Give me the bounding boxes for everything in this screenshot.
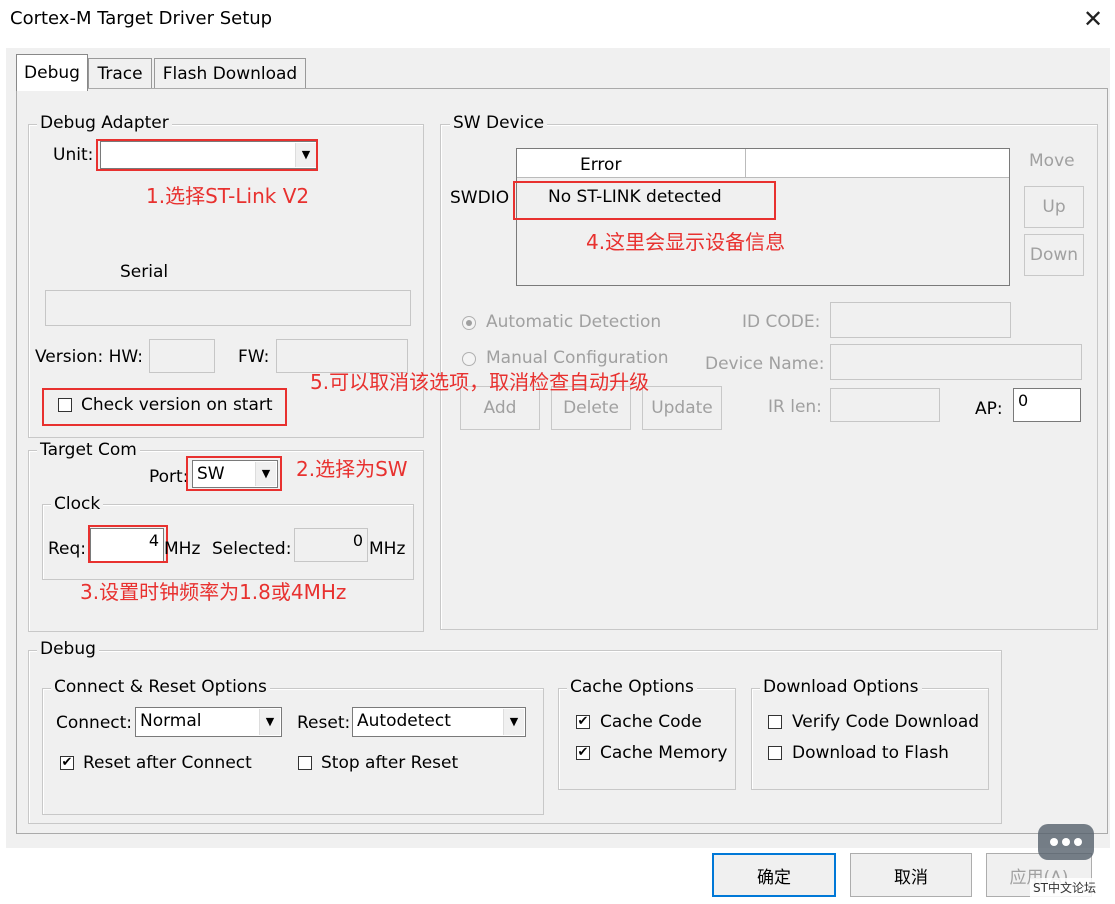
ap-label: AP: [975, 399, 1003, 419]
selected-label: Selected: [212, 539, 292, 559]
update-button[interactable]: Update [642, 386, 722, 430]
annotation-box-port [186, 456, 282, 491]
annotation-box-unit [96, 139, 318, 171]
reset-after-connect-checkbox[interactable]: ✔ [60, 756, 74, 770]
req-label: Req: [48, 539, 87, 559]
annotation-box-check-version [42, 388, 287, 426]
cache-memory-label[interactable]: Cache Memory [600, 742, 727, 764]
annotation-2: 2.选择为SW [296, 457, 408, 481]
connect-label: Connect: [56, 713, 133, 733]
download-to-flash-label[interactable]: Download to Flash [792, 742, 949, 764]
cache-memory-checkbox[interactable]: ✔ [576, 746, 590, 760]
version-hw-label: Version: HW: [35, 347, 143, 367]
tab-trace[interactable]: Trace [88, 58, 152, 89]
req-unit: MHz [164, 539, 201, 559]
sw-device-legend: SW Device [450, 113, 548, 133]
fw-label: FW: [238, 347, 270, 367]
download-options-group [751, 688, 989, 790]
id-code-field [830, 302, 1011, 338]
automatic-detection-label[interactable]: Automatic Detection [486, 311, 661, 333]
ir-len-label: IR len: [768, 397, 822, 417]
download-options-legend: Download Options [760, 677, 922, 697]
connect-select[interactable]: Normal ▼ [135, 707, 282, 737]
annotation-5: 5.可以取消该选项，取消检查自动升级 [310, 370, 650, 394]
device-name-label: Device Name: [705, 354, 825, 374]
verify-code-download-label[interactable]: Verify Code Download [792, 711, 979, 733]
annotation-1: 1.选择ST-Link V2 [146, 184, 310, 208]
stop-after-reset-label[interactable]: Stop after Reset [321, 752, 458, 774]
annotation-box-req [88, 525, 168, 563]
annotation-box-device [513, 181, 776, 220]
selected-field: 0 [294, 528, 368, 562]
ok-button[interactable]: 确定 [712, 853, 836, 897]
move-down-button[interactable]: Down [1024, 234, 1084, 276]
connect-reset-legend: Connect & Reset Options [51, 677, 270, 697]
cancel-button[interactable]: 取消 [850, 853, 972, 897]
clock-legend: Clock [51, 494, 104, 514]
chat-bubble-icon [1034, 822, 1106, 868]
reset-select[interactable]: Autodetect ▼ [352, 707, 526, 737]
stop-after-reset-checkbox[interactable] [298, 756, 312, 770]
window-title: Cortex-M Target Driver Setup [10, 8, 273, 29]
dialog-window: Cortex-M Target Driver Setup ✕ Debug Tra… [0, 0, 1115, 904]
watermark-text: ST中文论坛 [1030, 878, 1099, 897]
debug-options-legend: Debug [37, 639, 99, 659]
move-label: Move [1029, 151, 1075, 171]
cache-options-group [558, 688, 736, 790]
ir-len-field [830, 388, 940, 422]
swdio-label: SWDIO [450, 188, 510, 208]
annotation-3: 3.设置时钟频率为1.8或4MHz [80, 580, 347, 604]
verify-code-download-checkbox[interactable] [768, 715, 782, 729]
tab-debug[interactable]: Debug [16, 54, 88, 91]
cache-code-label[interactable]: Cache Code [600, 711, 702, 733]
ap-input[interactable]: 0 [1013, 388, 1081, 422]
list-column-header [517, 149, 746, 178]
manual-configuration-radio[interactable] [462, 352, 476, 366]
reset-value: Autodetect [357, 711, 451, 731]
serial-label: Serial [120, 262, 169, 282]
unit-label: Unit: [53, 145, 94, 165]
connect-value: Normal [140, 711, 202, 731]
target-com-legend: Target Com [37, 440, 140, 460]
download-to-flash-checkbox[interactable] [768, 746, 782, 760]
serial-field [45, 290, 411, 326]
hw-version-field [149, 339, 215, 373]
error-column-label: Error [580, 155, 622, 175]
tab-flash-download[interactable]: Flash Download [154, 58, 306, 89]
chevron-down-icon: ▼ [259, 709, 280, 735]
cache-options-legend: Cache Options [567, 677, 697, 697]
debug-adapter-legend: Debug Adapter [37, 113, 172, 133]
annotation-4: 4.这里会显示设备信息 [586, 230, 786, 254]
reset-label: Reset: [297, 713, 351, 733]
port-label: Port: [149, 467, 189, 487]
list-column-header-2 [746, 149, 1009, 178]
id-code-label: ID CODE: [742, 312, 821, 332]
reset-after-connect-label[interactable]: Reset after Connect [83, 752, 252, 774]
cache-code-checkbox[interactable]: ✔ [576, 715, 590, 729]
automatic-detection-radio[interactable] [462, 316, 476, 330]
device-name-field [830, 344, 1082, 380]
close-icon[interactable]: ✕ [1083, 4, 1103, 34]
move-up-button[interactable]: Up [1024, 186, 1084, 228]
selected-unit: MHz [369, 539, 406, 559]
chevron-down-icon: ▼ [503, 709, 524, 735]
